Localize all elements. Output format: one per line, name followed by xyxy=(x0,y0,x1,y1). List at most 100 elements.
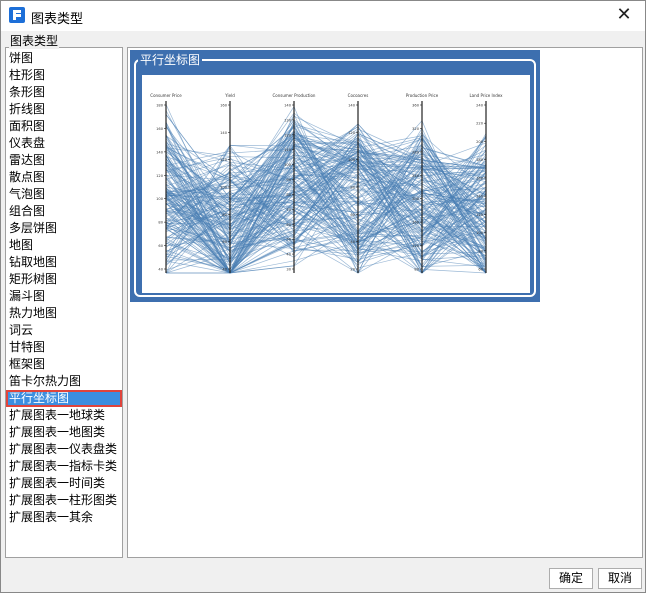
chart-type-list: 饼图 柱形图 条形图 折线图 面积图 仪表盘 雷达图 散点图 气泡图 组合图 多层饼图 地图 钻取地图矩… xyxy=(6,48,122,526)
axis-name: Production Price xyxy=(406,93,439,98)
tick-label: 240 xyxy=(476,104,484,108)
chart-type-item[interactable]: 热力地图 xyxy=(6,305,122,322)
tick-label: 140 xyxy=(348,104,356,108)
tick-label: 110 xyxy=(284,148,292,152)
chart-type-item[interactable]: 组合图 xyxy=(6,203,122,220)
tick-label: 100 xyxy=(156,197,164,201)
chart-type-item[interactable]: 散点图 xyxy=(6,169,122,186)
tick-label: 160 xyxy=(476,176,484,180)
group-label: 图表类型 xyxy=(9,32,60,49)
tick-label: 60 xyxy=(222,240,227,244)
tick-label: 100 xyxy=(348,158,356,162)
tick-label: 160 xyxy=(156,127,164,131)
chart-type-item[interactable]: 仪表盘 xyxy=(6,135,122,152)
tick-label: 100 xyxy=(220,186,228,190)
tick-label: 120 xyxy=(156,174,164,178)
chart-svg: Consumer Price 180 160 140 120 100 80 60 40 Yield… xyxy=(150,93,503,274)
chart-type-item[interactable]: 折线图 xyxy=(6,101,122,118)
chart-type-item[interactable]: 扩展图表一指标卡类 xyxy=(6,458,122,475)
tick-label: 320 xyxy=(412,127,420,131)
tick-label: 160 xyxy=(220,104,228,108)
tick-label: 40 xyxy=(158,268,163,272)
axis-name: Cocoacres xyxy=(348,93,369,98)
tick-label: 80 xyxy=(478,249,483,253)
tick-label: 160 xyxy=(412,221,420,225)
tick-label: 120 xyxy=(412,244,420,248)
axis-name: Consumer Production xyxy=(273,93,316,98)
tick-label: 40 xyxy=(222,268,227,272)
chart-type-item[interactable]: 框架图 xyxy=(6,356,122,373)
chart-type-item[interactable]: 甘特图 xyxy=(6,339,122,356)
chart-preview[interactable]: Consumer Price 180 160 140 120 100 80 60 40 Yield… xyxy=(130,50,540,302)
axis-name: Yield xyxy=(224,93,235,98)
tick-label: 60 xyxy=(350,213,355,217)
chart-type-item[interactable]: 平行坐标图 xyxy=(6,390,122,407)
tick-label: 100 xyxy=(284,163,292,167)
tick-label: 70 xyxy=(286,208,291,212)
chart-type-item[interactable]: 柱形图 xyxy=(6,67,122,84)
chart-type-item[interactable]: 雷达图 xyxy=(6,152,122,169)
chart-type-item[interactable]: 气泡图 xyxy=(6,186,122,203)
chart-type-item[interactable]: 钻取地图 xyxy=(6,254,122,271)
tick-label: 180 xyxy=(476,158,484,162)
close-button[interactable]: ✕ xyxy=(613,4,635,26)
tick-label: 120 xyxy=(220,158,228,162)
tick-label: 130 xyxy=(284,118,292,122)
preview-frame: Consumer Price 180 160 140 120 100 80 60 40 Yield… xyxy=(134,59,536,297)
chart-type-item[interactable]: 多层饼图 xyxy=(6,220,122,237)
tick-label: 90 xyxy=(286,178,291,182)
tick-label: 50 xyxy=(286,238,291,242)
chart-type-item[interactable]: 矩形树图 xyxy=(6,271,122,288)
tick-label: 200 xyxy=(476,140,484,144)
chart-type-item[interactable]: 地图 xyxy=(6,237,122,254)
tick-label: 360 xyxy=(412,104,420,108)
tick-label: 120 xyxy=(476,213,484,217)
chart-type-item[interactable]: 扩展图表一其余 xyxy=(6,509,122,526)
chart-type-item[interactable]: 扩展图表一时间类 xyxy=(6,475,122,492)
tick-label: 80 xyxy=(222,213,227,217)
tick-label: 240 xyxy=(412,174,420,178)
cancel-button[interactable]: 取消 xyxy=(598,568,642,589)
chart-type-item[interactable]: 扩展图表一柱形图类 xyxy=(6,492,122,509)
tick-label: 60 xyxy=(286,223,291,227)
tick-label: 140 xyxy=(220,131,228,135)
chart-type-item[interactable]: 饼图 xyxy=(6,50,122,67)
tick-label: 80 xyxy=(286,193,291,197)
tick-label: 80 xyxy=(414,268,419,272)
tick-label: 80 xyxy=(158,221,163,225)
chart-type-item[interactable]: 扩展图表一地球类 xyxy=(6,407,122,424)
chart-type-item[interactable]: 词云 xyxy=(6,322,122,339)
preview-panel: Consumer Price 180 160 140 120 100 80 60 40 Yield… xyxy=(127,47,643,558)
title-bar: 图表类型 ✕ xyxy=(1,1,645,31)
tick-label: 280 xyxy=(412,150,420,154)
chart-type-item[interactable]: 漏斗图 xyxy=(6,288,122,305)
preview-title: 平行坐标图 xyxy=(138,51,203,68)
tick-label: 40 xyxy=(286,253,291,257)
tick-label: 40 xyxy=(350,240,355,244)
tick-label: 220 xyxy=(476,122,484,126)
tick-label: 140 xyxy=(284,104,292,108)
dialog-title: 图表类型 xyxy=(31,12,84,27)
chart-type-item[interactable]: 面积图 xyxy=(6,118,122,135)
axis-name: Consumer Price xyxy=(150,93,182,98)
chart-type-item[interactable]: 扩展图表一仪表盘类 xyxy=(6,441,122,458)
axis-name: Land Price Index xyxy=(469,93,503,98)
tick-label: 20 xyxy=(350,268,355,272)
tick-label: 140 xyxy=(476,195,484,199)
chart-type-item[interactable]: 条形图 xyxy=(6,84,122,101)
chart-type-dialog: 图表类型 ✕ 饼图 柱形图 条形图 折线图 面积图 仪表盘 雷达图 散点图 气泡图 组合图 多层饼图… xyxy=(0,0,646,593)
parallel-coordinates-chart: Consumer Price 180 160 140 120 100 80 60 40 Yield… xyxy=(142,75,530,293)
tick-label: 200 xyxy=(412,197,420,201)
tick-label: 60 xyxy=(158,244,163,248)
tick-label: 120 xyxy=(348,131,356,135)
ok-button[interactable]: 确定 xyxy=(549,568,593,589)
chart-type-item[interactable]: 笛卡尔热力图 xyxy=(6,373,122,390)
chart-type-list-panel: 饼图 柱形图 条形图 折线图 面积图 仪表盘 雷达图 散点图 气泡图 组合图 多层饼图 地图 钻取地图矩… xyxy=(5,47,123,558)
tick-label: 140 xyxy=(156,150,164,154)
chart-type-item[interactable]: 扩展图表一地图类 xyxy=(6,424,122,441)
tick-label: 80 xyxy=(350,186,355,190)
tick-label: 60 xyxy=(478,268,483,272)
tick-label: 120 xyxy=(284,133,292,137)
tick-label: 100 xyxy=(476,231,484,235)
series-lines xyxy=(165,104,487,274)
